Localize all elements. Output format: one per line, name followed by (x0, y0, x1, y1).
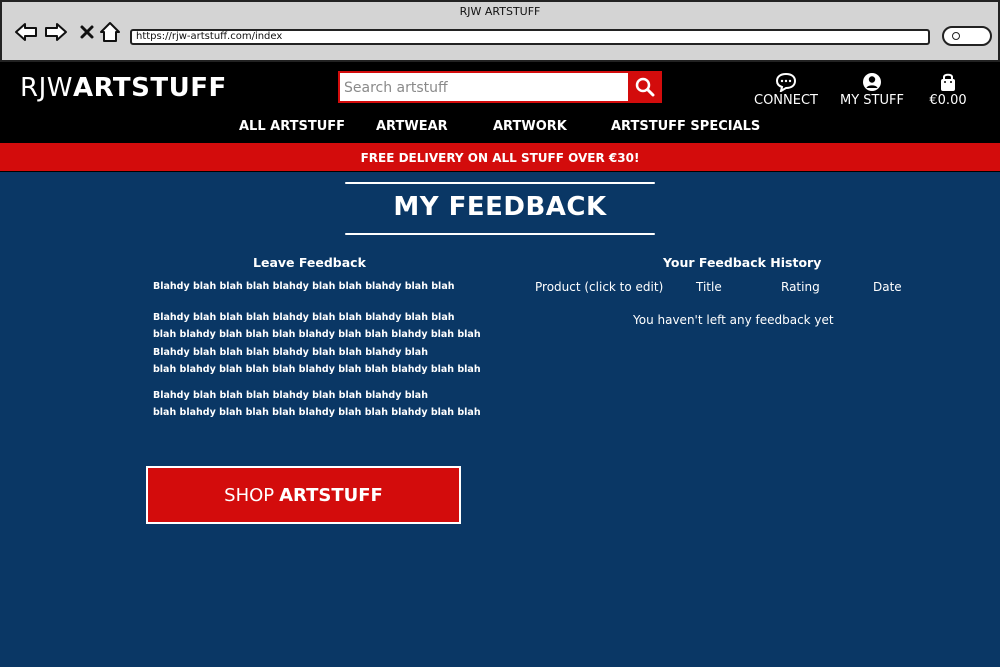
nav-item-artwork[interactable]: ARTWORK (493, 119, 567, 134)
search-button[interactable] (628, 71, 662, 103)
chat-bubble-icon (775, 72, 797, 92)
title-bottom-rule (345, 233, 655, 235)
shopping-bag-icon (941, 73, 955, 91)
logo-text-rjw: RJW (20, 73, 73, 103)
browser-search-icon[interactable] (942, 26, 992, 46)
page-title: MY FEEDBACK (393, 192, 607, 222)
feedback-text-line: Blahdy blah blah blah blahdy blah blah b… (153, 347, 428, 358)
column-header-title: Title (696, 280, 722, 294)
column-header-product: Product (click to edit) (535, 280, 664, 294)
my-stuff-link[interactable]: MY STUFF (836, 72, 908, 108)
feedback-text-line: Blahdy blah blah blah blahdy blah blah b… (153, 281, 455, 292)
site-logo[interactable]: RJWARTSTUFF (20, 73, 227, 103)
nav-item-all-artstuff[interactable]: ALL ARTSTUFF (239, 119, 345, 134)
feedback-text-line: blah blahdy blah blah blah blahdy blah b… (153, 407, 481, 418)
search-icon (635, 77, 655, 97)
back-arrow-icon[interactable] (14, 20, 38, 44)
search-input[interactable] (344, 76, 626, 100)
close-icon[interactable] (75, 20, 99, 44)
title-top-rule (345, 182, 655, 184)
basket-total: €0.00 (929, 93, 967, 108)
shop-button-label-bold: ARTSTUFF (279, 484, 383, 506)
forward-arrow-icon[interactable] (44, 20, 68, 44)
connect-link[interactable]: CONNECT (750, 72, 822, 108)
main-navigation: ALL ARTSTUFF ARTWEAR ARTWORK ARTSTUFF SP… (0, 119, 1000, 141)
empty-feedback-message: You haven't left any feedback yet (633, 313, 834, 327)
delivery-banner: FREE DELIVERY ON ALL STUFF OVER €30! (0, 142, 1000, 172)
shop-artstuff-button[interactable]: SHOP ARTSTUFF (146, 466, 461, 524)
nav-item-artwear[interactable]: ARTWEAR (376, 119, 448, 134)
nav-item-artstuff-specials[interactable]: ARTSTUFF SPECIALS (611, 119, 760, 134)
basket-link[interactable]: €0.00 (922, 72, 974, 108)
connect-label: CONNECT (754, 93, 818, 108)
feedback-text-line: Blahdy blah blah blah blahdy blah blah b… (153, 312, 455, 323)
leave-feedback-heading: Leave Feedback (253, 255, 366, 270)
home-icon[interactable] (98, 20, 122, 44)
url-bar[interactable]: https://rjw-artstuff.com/index (130, 29, 930, 45)
site-search (338, 71, 662, 103)
browser-title: RJW ARTSTUFF (459, 5, 541, 18)
logo-text-artstuff: ARTSTUFF (72, 73, 227, 103)
shop-button-label: SHOP (224, 484, 275, 506)
feedback-text-line: Blahdy blah blah blah blahdy blah blah b… (153, 390, 428, 401)
my-stuff-label: MY STUFF (840, 93, 904, 108)
feedback-history-heading: Your Feedback History (663, 255, 822, 270)
feedback-text-line: blah blahdy blah blah blah blahdy blah b… (153, 329, 481, 340)
column-header-rating: Rating (781, 280, 820, 294)
site-header: RJWARTSTUFF CONNECT MY STUFF €0.00 ALL A… (0, 62, 1000, 142)
user-account-icon (863, 73, 881, 91)
feedback-text-line: blah blahdy blah blah blah blahdy blah b… (153, 364, 481, 375)
browser-window-chrome: RJW ARTSTUFF https://rjw-artstuff.com/in… (0, 0, 1000, 62)
column-header-date: Date (873, 280, 902, 294)
